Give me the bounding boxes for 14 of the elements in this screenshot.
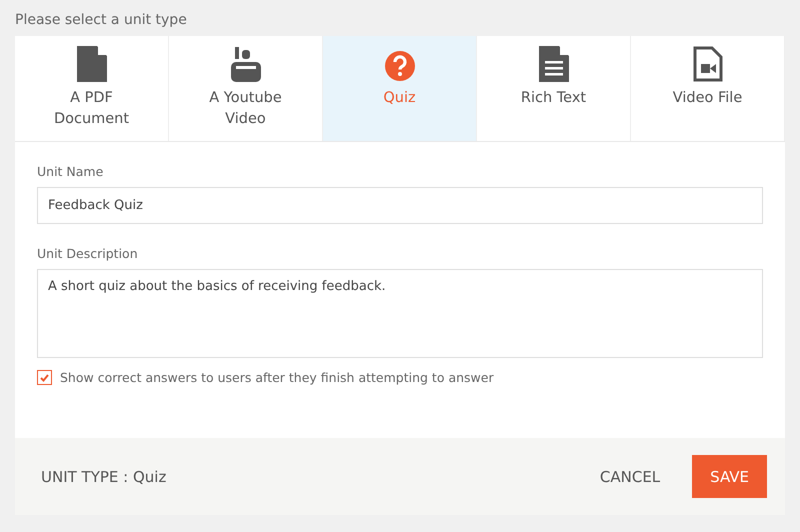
video-file-icon — [692, 46, 722, 82]
checkbox-label: Show correct answers to users after they finish attempting to answer — [60, 370, 494, 385]
file-icon — [76, 46, 106, 82]
field-label: Unit Description — [37, 246, 139, 261]
check-icon — [40, 374, 49, 382]
unit-name-field[interactable]: Feedback Quiz — [37, 187, 763, 224]
description-field[interactable]: A short quiz about the basics of receiving feedback. — [37, 269, 763, 358]
video-logo-icon — [230, 46, 260, 82]
section-heading: Please select a unit type — [15, 11, 188, 30]
checkbox[interactable] — [37, 370, 52, 385]
document-icon — [538, 46, 568, 82]
cancel-button[interactable]: CANCEL — [582, 455, 678, 498]
unit-type-text: UNIT TYPE : Quiz — [41, 468, 168, 486]
field-label: Unit Name — [37, 164, 104, 179]
